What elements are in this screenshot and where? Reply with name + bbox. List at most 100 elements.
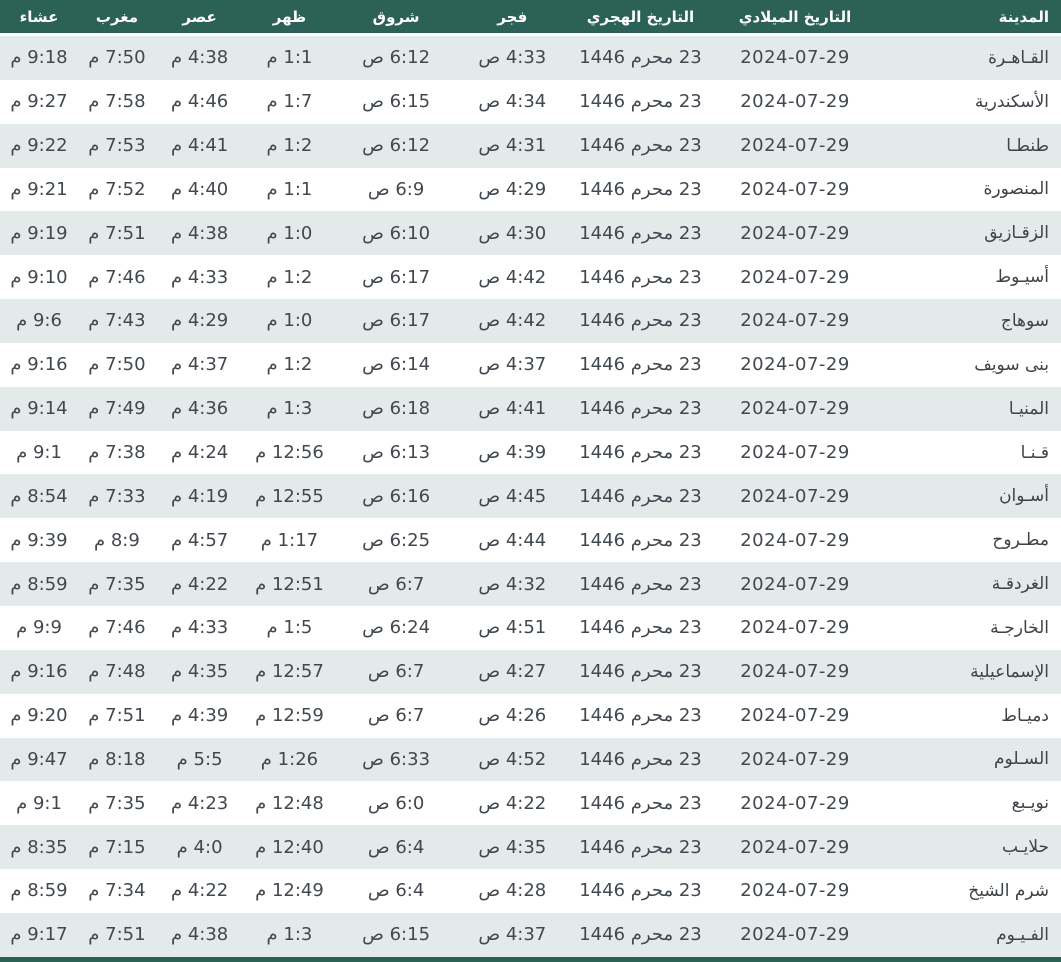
cell-shuruq: 6:15 ص	[362, 91, 431, 113]
cell-asr: 4:41 م	[170, 135, 229, 157]
cell-shuruq: 6:24 ص	[362, 617, 431, 639]
cell-maghrib: 7:51 م	[88, 924, 146, 946]
cell-dhuhr: 12:56 م	[255, 442, 324, 464]
cell-asr: 4:36 م	[170, 398, 229, 420]
table-row: القـاهـرة 2024-07-29 23 محرم 1446 4:33 ص 6:1…	[0, 34, 1061, 80]
cell-gregorian: 2024-07-29	[740, 310, 850, 332]
cell-shuruq: 6:9 ص	[367, 178, 425, 200]
cell-isha: 9:16 م	[10, 354, 68, 376]
table-row: أسيـوط 2024-07-29 23 محرم 1446 4:42 ص 6:17 ص…	[0, 255, 1061, 300]
cell-asr: 4:37 م	[170, 354, 229, 376]
cell-isha: 8:35 م	[10, 836, 68, 858]
cell-hijri: 23 محرم 1446	[579, 354, 702, 376]
cell-isha: 8:54 م	[10, 485, 68, 507]
table-row: المنيـا 2024-07-29 23 محرم 1446 4:41 ص 6:18 …	[0, 386, 1061, 431]
cell-maghrib: 7:50 م	[88, 354, 146, 376]
cell-fajr: 4:35 ص	[478, 836, 547, 858]
cell-shuruq: 6:13 ص	[362, 442, 431, 464]
cell-gregorian: 2024-07-29	[740, 529, 850, 551]
cell-gregorian: 2024-07-29	[740, 398, 850, 420]
cell-hijri: 23 محرم 1446	[579, 836, 702, 858]
cell-gregorian: 2024-07-29	[740, 836, 850, 858]
cell-dhuhr: 12:57 م	[255, 661, 324, 683]
table-header: المدينة التاريخ الميلادي التاريخ الهجري فجر…	[0, 0, 1061, 36]
cell-maghrib: 7:15 م	[88, 836, 146, 858]
table-row: حلايـب 2024-07-29 23 محرم 1446 4:35 ص 6:4 ص 1…	[0, 825, 1061, 870]
table-row: الأسكندرية 2024-07-29 23 محرم 1446 4:34 ص 6:…	[0, 79, 1061, 124]
cell-dhuhr: 12:40 م	[255, 836, 324, 858]
cell-gregorian: 2024-07-29	[740, 222, 850, 244]
cell-fajr: 4:42 ص	[478, 266, 547, 288]
cell-asr: 4:39 م	[170, 705, 229, 727]
table-row: مطـروح 2024-07-29 23 محرم 1446 4:44 ص 6:25 ص…	[0, 518, 1061, 563]
cell-hijri: 23 محرم 1446	[579, 266, 702, 288]
cell-fajr: 4:27 ص	[478, 661, 547, 683]
cell-asr: 4:22 م	[170, 573, 229, 595]
cell-gregorian: 2024-07-29	[740, 792, 850, 814]
cell-gregorian: 2024-07-29	[740, 47, 850, 69]
cell-asr: 4:46 م	[170, 91, 229, 113]
table-row: طنطـا 2024-07-29 23 محرم 1446 4:31 ص 6:12 ص 1…	[0, 123, 1061, 168]
cell-isha: 9:6 م	[16, 310, 62, 332]
cell-shuruq: 6:17 ص	[362, 310, 431, 332]
cell-asr: 4:29 م	[170, 310, 229, 332]
cell-shuruq: 6:25 ص	[362, 529, 431, 551]
cell-maghrib: 7:38 م	[88, 442, 146, 464]
cell-dhuhr: 1:0 م	[266, 310, 313, 332]
cell-dhuhr: 1:1 م	[266, 178, 313, 200]
cell-hijri: 23 محرم 1446	[579, 573, 702, 595]
table-bottom-bar	[0, 957, 1061, 962]
cell-shuruq: 6:14 ص	[362, 354, 431, 376]
cell-fajr: 4:39 ص	[478, 442, 547, 464]
cell-fajr: 4:34 ص	[478, 91, 547, 113]
cell-maghrib: 7:33 م	[88, 485, 146, 507]
cell-maghrib: 7:46 م	[88, 266, 146, 288]
cell-hijri: 23 محرم 1446	[579, 748, 702, 770]
cell-gregorian: 2024-07-29	[740, 178, 850, 200]
cell-shuruq: 6:0 ص	[367, 792, 425, 814]
cell-gregorian: 2024-07-29	[740, 135, 850, 157]
cell-gregorian: 2024-07-29	[740, 705, 850, 727]
cell-dhuhr: 1:1 م	[266, 47, 313, 69]
cell-hijri: 23 محرم 1446	[579, 178, 702, 200]
cell-city: دميـاط	[1001, 705, 1049, 726]
cell-fajr: 4:31 ص	[478, 135, 547, 157]
cell-maghrib: 7:43 م	[88, 310, 146, 332]
column-header-city: المدينة	[877, 0, 1061, 36]
cell-isha: 9:39 م	[10, 529, 68, 551]
cell-asr: 5:5 م	[176, 748, 223, 770]
cell-asr: 4:35 م	[170, 661, 229, 683]
table-row: الفـيـوم 2024-07-29 23 محرم 1446 4:37 ص 6:15…	[0, 912, 1061, 957]
cell-dhuhr: 12:59 م	[255, 705, 324, 727]
cell-maghrib: 7:34 م	[88, 880, 146, 902]
cell-maghrib: 7:51 م	[88, 222, 146, 244]
table-row: الإسماعيلية 2024-07-29 23 محرم 1446 4:27 ص 6…	[0, 649, 1061, 694]
table-row: سوهاج 2024-07-29 23 محرم 1446 4:42 ص 6:17 ص 1…	[0, 299, 1061, 343]
cell-gregorian: 2024-07-29	[740, 748, 850, 770]
cell-dhuhr: 1:3 م	[266, 398, 313, 420]
column-header-shuruq: شروق	[335, 0, 457, 36]
cell-shuruq: 6:12 ص	[362, 135, 431, 157]
cell-city: الخارجـة	[990, 617, 1049, 638]
column-header-dhuhr: ظهر	[243, 0, 336, 36]
cell-shuruq: 6:7 ص	[367, 705, 425, 727]
cell-maghrib: 7:51 م	[88, 705, 146, 727]
cell-maghrib: 7:48 م	[88, 661, 146, 683]
cell-city: الإسماعيلية	[970, 661, 1049, 682]
cell-asr: 4:22 م	[170, 880, 229, 902]
column-header-hijri: التاريخ الهجري	[568, 0, 713, 36]
cell-fajr: 4:29 ص	[478, 178, 547, 200]
cell-city: سوهاج	[1000, 310, 1049, 331]
cell-isha: 9:22 م	[10, 135, 68, 157]
cell-fajr: 4:44 ص	[478, 529, 547, 551]
table-row: أسـوان 2024-07-29 23 محرم 1446 4:45 ص 6:16 ص…	[0, 474, 1061, 519]
cell-hijri: 23 محرم 1446	[579, 135, 702, 157]
table-row: الخارجـة 2024-07-29 23 محرم 1446 4:51 ص 6:24…	[0, 605, 1061, 650]
header-row: المدينة التاريخ الميلادي التاريخ الهجري فجر…	[0, 0, 1061, 36]
cell-isha: 8:59 م	[10, 573, 68, 595]
cell-gregorian: 2024-07-29	[740, 266, 850, 288]
cell-isha: 9:20 م	[10, 705, 68, 727]
cell-hijri: 23 محرم 1446	[579, 661, 702, 683]
cell-fajr: 4:37 ص	[478, 924, 547, 946]
cell-gregorian: 2024-07-29	[740, 91, 850, 113]
